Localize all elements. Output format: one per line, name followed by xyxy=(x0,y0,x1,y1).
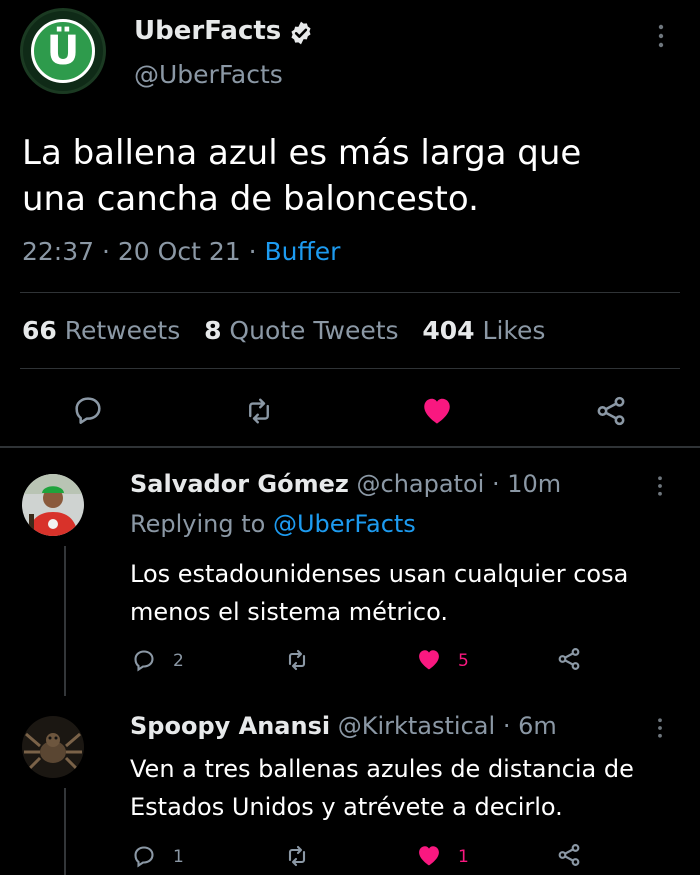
likes-label: Likes xyxy=(482,316,546,345)
tweet-text: La ballena azul es más larga que una can… xyxy=(22,130,682,222)
reply-author-name[interactable]: Spoopy Anansi xyxy=(130,712,330,740)
likes-stat[interactable]: 404 Likes xyxy=(422,316,545,345)
quotes-label: Quote Tweets xyxy=(229,316,399,345)
author-name[interactable]: UberFacts xyxy=(134,16,281,46)
like-count: 5 xyxy=(458,651,469,671)
tweet-stats: 66 Retweets 8 Quote Tweets 404 Likes xyxy=(22,316,545,345)
reply-count: 1 xyxy=(173,847,184,867)
reply-text-line-2: menos el sistema métrico. xyxy=(130,598,448,626)
replying-to-handle[interactable]: @UberFacts xyxy=(273,510,416,538)
thread-line xyxy=(64,546,66,696)
divider xyxy=(20,292,680,293)
reply-header: Salvador Gómez @chapatoi · 10m xyxy=(130,470,561,498)
quotes-stat[interactable]: 8 Quote Tweets xyxy=(204,316,398,345)
retweet-icon[interactable] xyxy=(243,396,275,426)
avatar-letter: Ü xyxy=(31,19,95,83)
reply-icon[interactable] xyxy=(132,844,156,868)
quotes-count: 8 xyxy=(204,316,222,345)
retweet-icon[interactable] xyxy=(284,648,310,672)
thread-line xyxy=(64,788,66,875)
reply-text: Los estadounidenses usan cualquier cosa … xyxy=(130,555,680,631)
reply-text-line-1: Ven a tres ballenas azules de distancia … xyxy=(130,755,634,783)
more-options-icon[interactable] xyxy=(654,716,666,740)
more-options-icon[interactable] xyxy=(654,22,668,50)
reply-icon[interactable] xyxy=(132,648,156,672)
reply-author-handle[interactable]: @Kirktastical xyxy=(338,712,495,740)
share-icon[interactable] xyxy=(594,394,628,428)
reply-avatar-salvador[interactable] xyxy=(22,474,84,536)
replying-to-label: Replying to xyxy=(130,510,266,538)
reply-avatar-spoopy[interactable] xyxy=(22,716,84,778)
reply-text-line-2: Estados Unidos y atrévete a decirlo. xyxy=(130,793,563,821)
uberfacts-avatar[interactable]: Ü xyxy=(20,8,106,94)
tweet-time[interactable]: 22:37 xyxy=(22,237,94,266)
like-count: 1 xyxy=(458,847,469,867)
reply-time[interactable]: 10m xyxy=(507,470,561,498)
retweet-icon[interactable] xyxy=(284,844,310,868)
reply-text-line-1: Los estadounidenses usan cualquier cosa xyxy=(130,560,629,588)
tweet-source[interactable]: Buffer xyxy=(265,237,341,266)
more-options-icon[interactable] xyxy=(654,474,666,498)
meta-separator: · xyxy=(248,237,257,266)
meta-separator: · xyxy=(502,712,511,740)
divider xyxy=(20,368,680,369)
section-divider xyxy=(0,446,700,448)
verified-badge-icon xyxy=(288,20,314,46)
meta-separator: · xyxy=(102,237,110,266)
author-handle[interactable]: @UberFacts xyxy=(134,60,283,89)
tweet-text-line-2: una cancha de baloncesto. xyxy=(22,179,479,219)
share-icon[interactable] xyxy=(556,842,582,868)
likes-count: 404 xyxy=(422,316,475,345)
retweets-label: Retweets xyxy=(64,316,181,345)
reply-author-name[interactable]: Salvador Gómez xyxy=(130,470,349,498)
heart-icon-liked[interactable] xyxy=(414,841,444,869)
reply-icon[interactable] xyxy=(72,394,104,426)
tweet-text-line-1: La ballena azul es más larga que xyxy=(22,133,582,173)
reply-time[interactable]: 6m xyxy=(518,712,557,740)
retweets-stat[interactable]: 66 Retweets xyxy=(22,316,180,345)
meta-separator: · xyxy=(491,470,500,498)
heart-icon-liked[interactable] xyxy=(414,645,444,673)
retweets-count: 66 xyxy=(22,316,57,345)
tweet-date[interactable]: 20 Oct 21 xyxy=(118,237,241,266)
reply-header: Spoopy Anansi @Kirktastical · 6m xyxy=(130,712,557,740)
reply-author-handle[interactable]: @chapatoi xyxy=(357,470,485,498)
reply-text: Ven a tres ballenas azules de distancia … xyxy=(130,750,690,826)
replying-to: Replying to @UberFacts xyxy=(130,510,416,538)
reply-count: 2 xyxy=(173,651,184,671)
share-icon[interactable] xyxy=(556,646,582,672)
heart-icon-liked[interactable] xyxy=(418,392,456,428)
tweet-meta: 22:37 · 20 Oct 21 · Buffer xyxy=(22,237,340,266)
